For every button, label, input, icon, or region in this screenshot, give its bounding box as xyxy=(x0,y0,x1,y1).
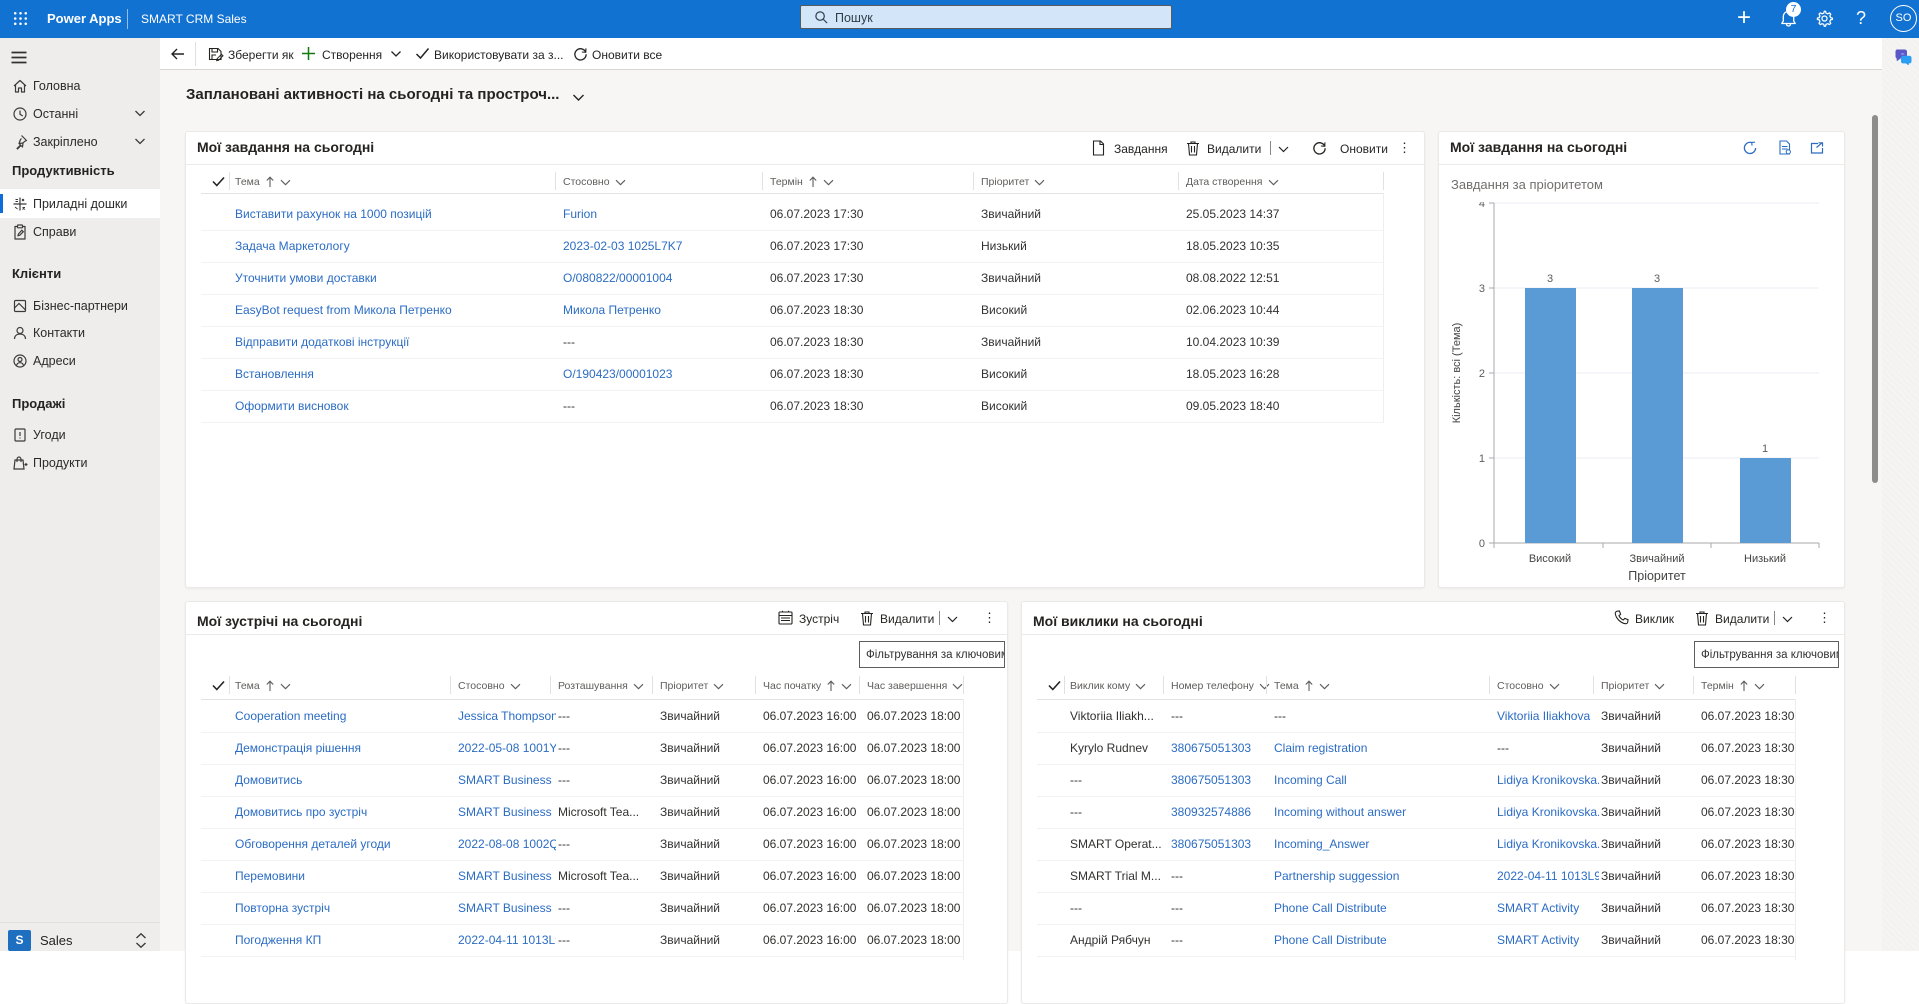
svg-text:Високий: Високий xyxy=(1529,553,1571,565)
svg-text:3: 3 xyxy=(1547,273,1553,285)
svg-text:Кількість: всі (Тема): Кількість: всі (Тема) xyxy=(1451,323,1463,424)
svg-text:4: 4 xyxy=(1479,202,1485,210)
svg-text:3: 3 xyxy=(1479,283,1485,295)
svg-text:2: 2 xyxy=(1479,368,1485,380)
svg-text:1: 1 xyxy=(1479,453,1485,465)
svg-text:Звичайний: Звичайний xyxy=(1630,553,1685,565)
svg-text:Низький: Низький xyxy=(1744,553,1786,565)
svg-text:0: 0 xyxy=(1479,538,1485,550)
svg-text:Пріоритет: Пріоритет xyxy=(1628,569,1686,582)
svg-text:3: 3 xyxy=(1654,273,1660,285)
svg-text:1: 1 xyxy=(1762,443,1768,455)
